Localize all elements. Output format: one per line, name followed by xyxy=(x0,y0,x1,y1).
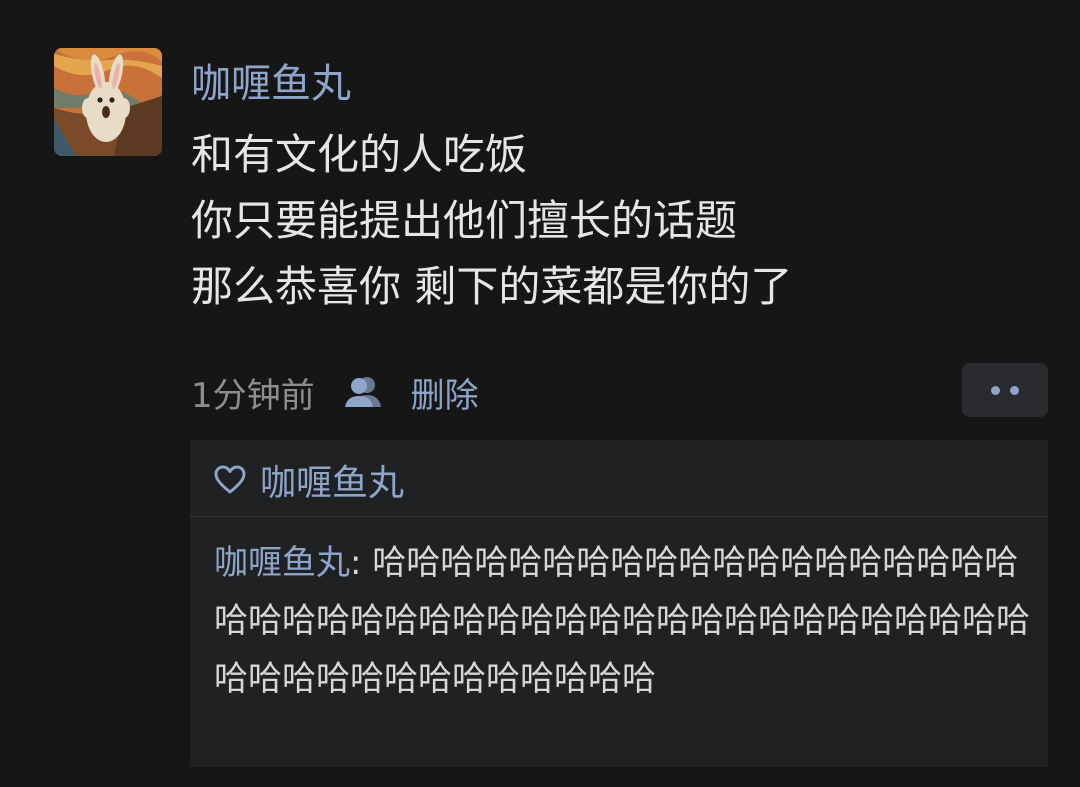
more-button[interactable] xyxy=(962,363,1048,417)
liker-name[interactable]: 咖喱鱼丸 xyxy=(260,454,404,506)
divider xyxy=(190,516,1048,517)
commenter-name[interactable]: 咖喱鱼丸 xyxy=(214,543,350,583)
comment-separator: : xyxy=(350,543,373,583)
post-body: 和有文化的人吃饭 你只要能提出他们擅长的话题 那么恭喜你 剩下的菜都是你的了 xyxy=(191,122,792,320)
more-dots-icon xyxy=(991,385,1000,395)
heart-outline-icon xyxy=(214,465,246,495)
post-time: 1分钟前 xyxy=(191,375,315,416)
friends-icon[interactable] xyxy=(343,375,385,409)
delete-button[interactable]: 删除 xyxy=(411,368,479,417)
interaction-panel: 咖喱鱼丸 咖喱鱼丸: 哈哈哈哈哈哈哈哈哈哈哈哈哈哈哈哈哈哈哈哈哈哈哈哈哈哈哈哈哈… xyxy=(190,440,1048,767)
more-dots-icon xyxy=(1010,385,1019,395)
post-text-line: 你只要能提出他们擅长的话题 xyxy=(191,196,738,245)
post-text-line: 那么恭喜你 剩下的菜都是你的了 xyxy=(191,262,793,311)
post-text-line: 和有文化的人吃饭 xyxy=(191,130,528,179)
likes-row: 咖喱鱼丸 xyxy=(214,452,404,508)
author-name[interactable]: 咖喱鱼丸 xyxy=(191,56,351,112)
comment-item[interactable]: 咖喱鱼丸: 哈哈哈哈哈哈哈哈哈哈哈哈哈哈哈哈哈哈哈哈哈哈哈哈哈哈哈哈哈哈哈哈哈哈… xyxy=(214,534,1034,708)
avatar-image xyxy=(54,48,162,156)
avatar[interactable] xyxy=(54,48,162,156)
post-meta: 1分钟前 删除 xyxy=(191,364,479,420)
